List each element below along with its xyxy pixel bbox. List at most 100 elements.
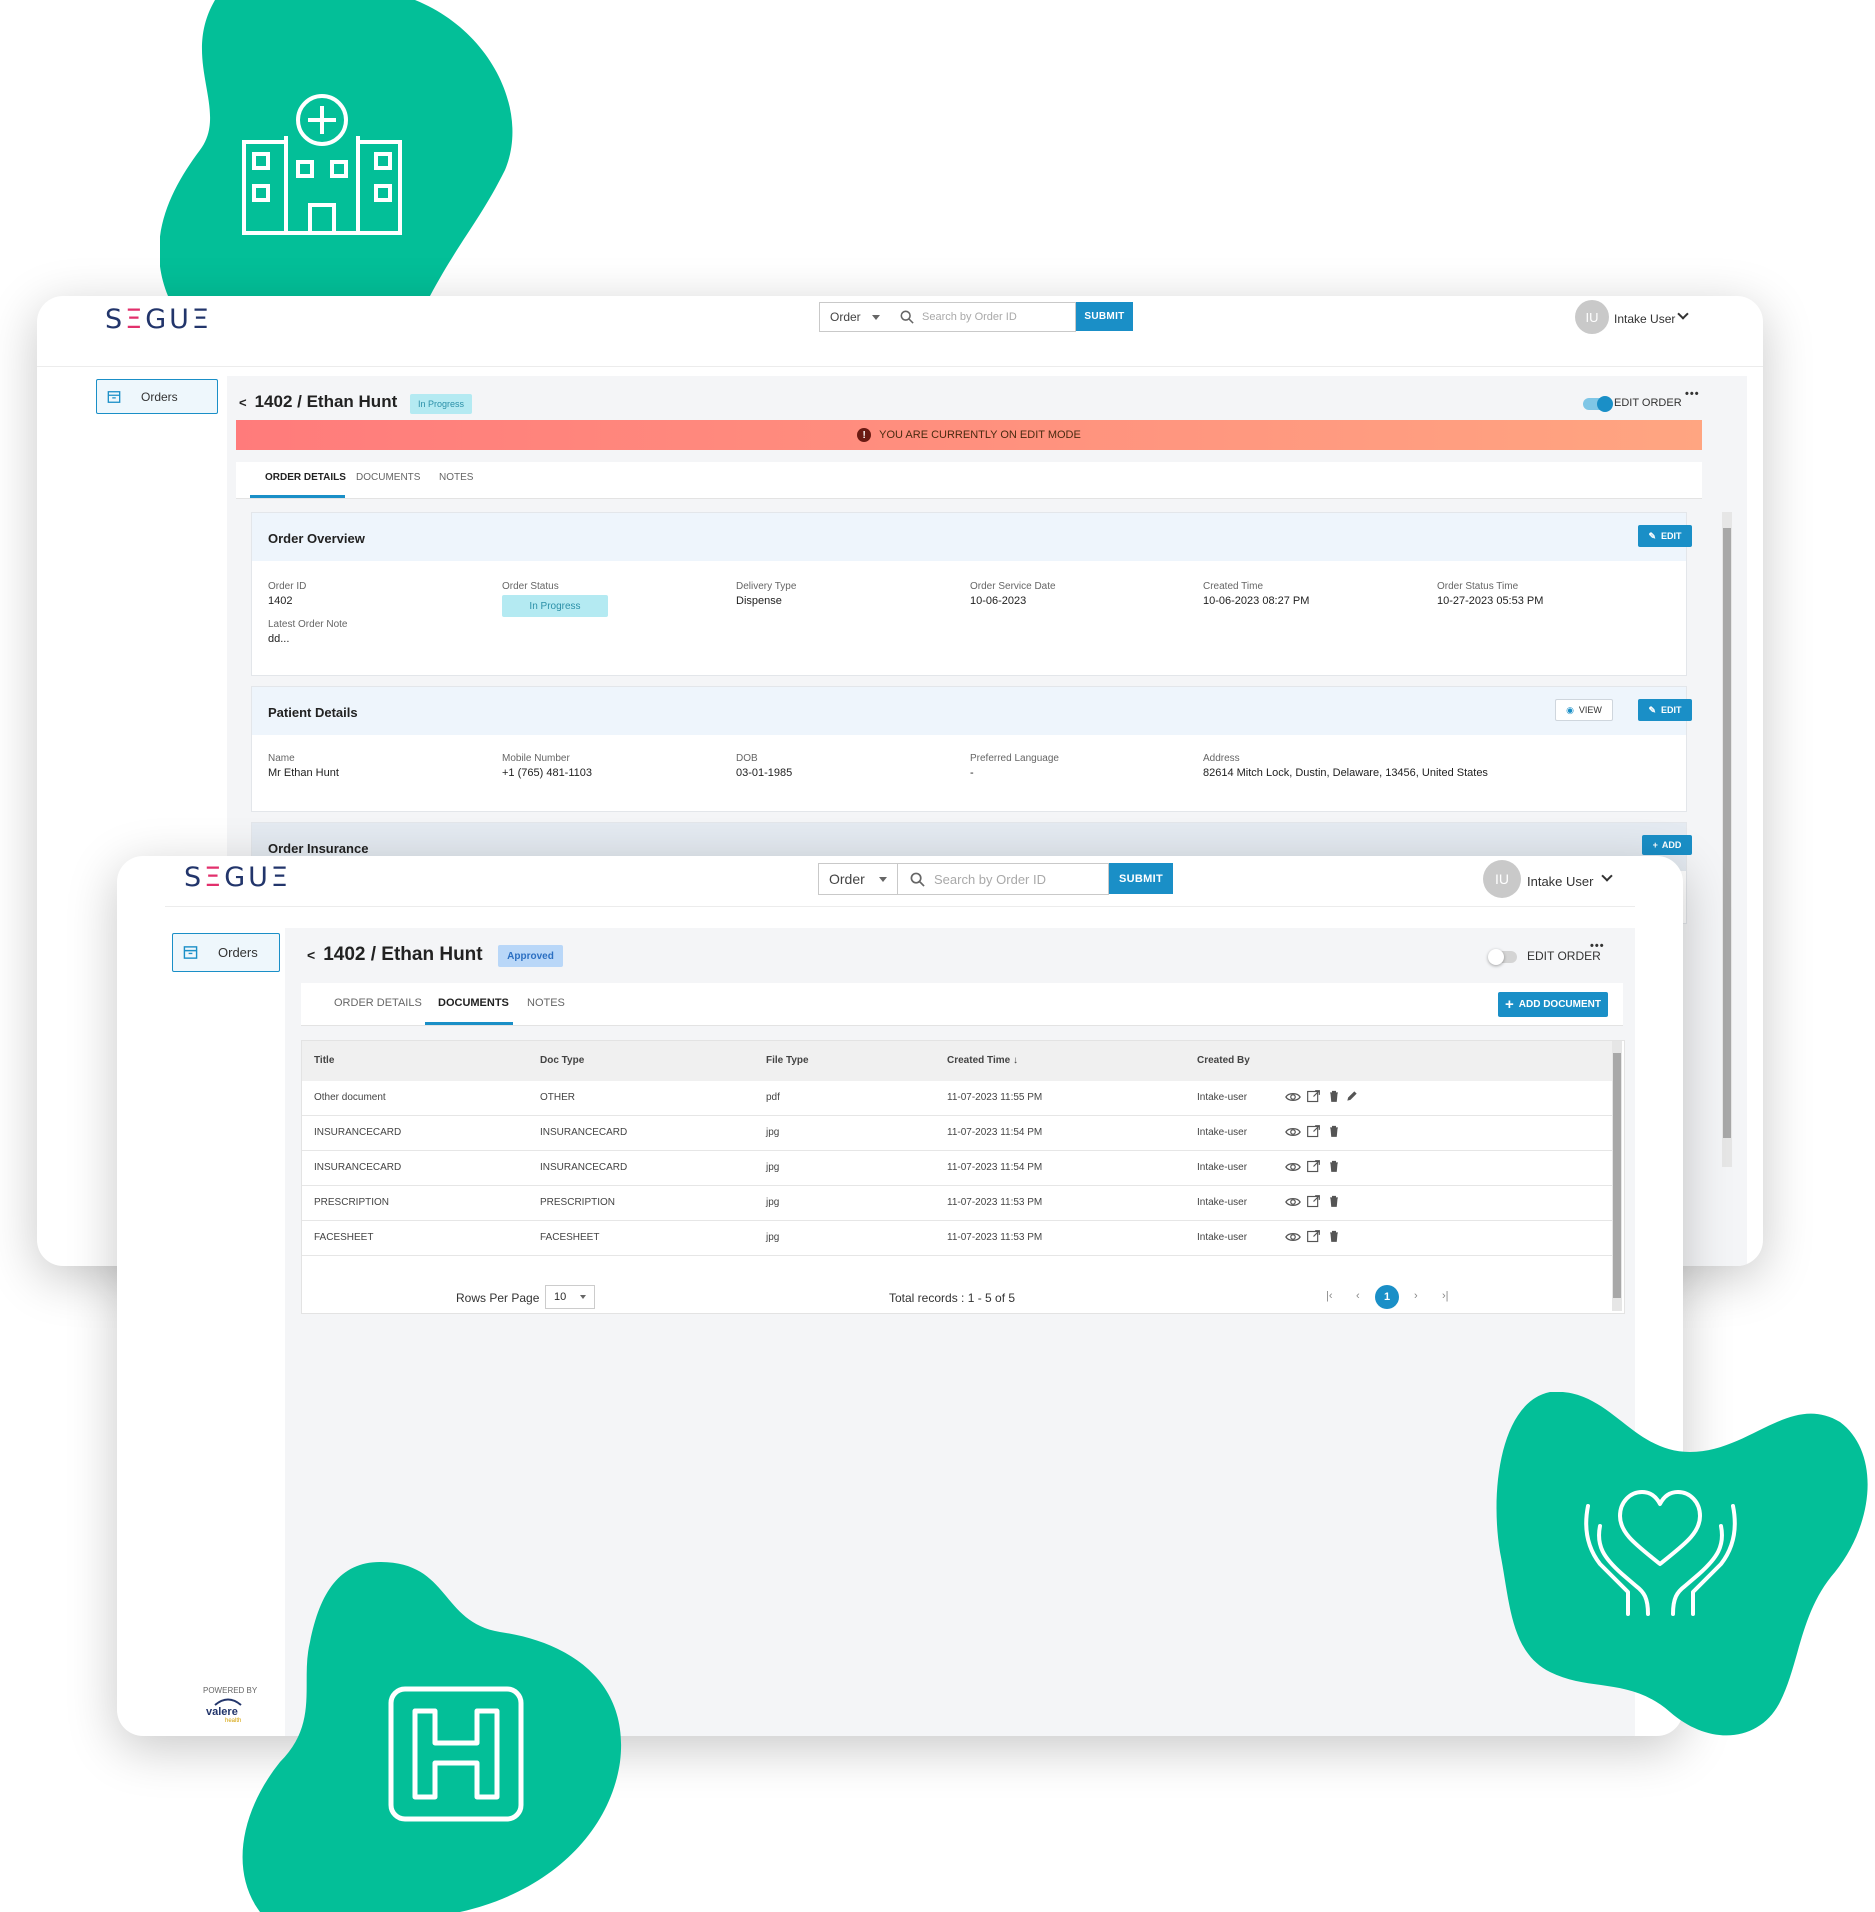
open-external-icon[interactable] bbox=[1306, 1194, 1324, 1212]
field-label: Order ID bbox=[268, 581, 307, 592]
tab-documents[interactable]: DOCUMENTS bbox=[438, 997, 509, 1009]
sidebar-item-orders[interactable]: Orders bbox=[172, 933, 280, 972]
plus-icon: + bbox=[1652, 840, 1658, 850]
field-value: 10-27-2023 05:53 PM bbox=[1437, 595, 1544, 607]
sidebar-item-orders[interactable]: Orders bbox=[96, 379, 218, 414]
field-label: Preferred Language bbox=[970, 753, 1059, 764]
tab-order-details[interactable]: ORDER DETAILS bbox=[265, 472, 346, 483]
field-value: 03-01-1985 bbox=[736, 767, 793, 779]
table-row: INSURANCECARD INSURANCECARD jpg 11-07-2023 … bbox=[302, 1151, 1612, 1186]
rows-per-page-select[interactable]: 10 bbox=[545, 1285, 595, 1309]
search-icon bbox=[910, 872, 925, 887]
first-page-icon[interactable]: |‹ bbox=[1326, 1290, 1333, 1302]
plus-icon: + bbox=[1505, 996, 1514, 1013]
search-input[interactable]: Search by Order ID bbox=[898, 863, 1109, 895]
tab-documents[interactable]: DOCUMENTS bbox=[356, 472, 420, 483]
prev-page-icon[interactable]: ‹ bbox=[1356, 1290, 1360, 1302]
sidebar-item-label: Orders bbox=[218, 945, 258, 960]
table-cell-file-type: jpg bbox=[766, 1232, 780, 1243]
back-chevron-icon[interactable]: < bbox=[307, 947, 315, 963]
next-page-icon[interactable]: › bbox=[1414, 1290, 1418, 1302]
field-label: Mobile Number bbox=[502, 753, 570, 764]
edit-order-toggle[interactable] bbox=[1583, 396, 1613, 412]
page-title: <1402 / Ethan Hunt bbox=[239, 392, 397, 412]
scrollbar[interactable] bbox=[1722, 512, 1732, 1167]
table-cell-doc-type: OTHER bbox=[540, 1092, 575, 1103]
submit-button[interactable]: SUBMIT bbox=[1109, 863, 1173, 894]
sort-arrow-icon: ↓ bbox=[1012, 1055, 1018, 1066]
open-external-icon[interactable] bbox=[1306, 1089, 1324, 1107]
trash-icon[interactable] bbox=[1327, 1089, 1345, 1107]
table-header: Title Doc Type File Type Created Time ↓ … bbox=[302, 1041, 1612, 1081]
table-cell-doc-type: PRESCRIPTION bbox=[540, 1197, 616, 1208]
page-1-button[interactable]: 1 bbox=[1375, 1285, 1399, 1309]
pencil-icon: ✎ bbox=[1648, 530, 1657, 541]
add-document-button[interactable]: + ADD DOCUMENT bbox=[1498, 992, 1608, 1017]
open-external-icon-svg bbox=[1307, 1230, 1320, 1243]
column-header-created-time[interactable]: Created Time ↓ bbox=[947, 1055, 1018, 1066]
trash-icon[interactable] bbox=[1327, 1159, 1345, 1177]
open-external-icon[interactable] bbox=[1306, 1124, 1324, 1142]
search-input[interactable]: Search by Order ID bbox=[890, 302, 1076, 332]
trash-icon-svg bbox=[1330, 1090, 1338, 1102]
submit-button[interactable]: SUBMIT bbox=[1076, 302, 1133, 331]
table-cell-created-by: Intake-user bbox=[1197, 1197, 1248, 1208]
last-page-icon[interactable]: ›| bbox=[1442, 1290, 1449, 1302]
avatar[interactable]: IU bbox=[1575, 300, 1609, 334]
view-icon[interactable] bbox=[1285, 1229, 1303, 1247]
toggle-knob bbox=[1597, 396, 1613, 412]
trash-icon[interactable] bbox=[1327, 1194, 1345, 1212]
trash-icon[interactable] bbox=[1327, 1229, 1345, 1247]
chevron-down-icon[interactable] bbox=[1601, 870, 1613, 882]
view-icon[interactable] bbox=[1285, 1089, 1303, 1107]
edit-button[interactable]: ✎ EDIT bbox=[1638, 525, 1692, 547]
scrollbar-thumb[interactable] bbox=[1723, 528, 1731, 1138]
field-value: - bbox=[970, 767, 974, 779]
table-cell-title: INSURANCECARD bbox=[314, 1162, 402, 1173]
add-document-label: ADD DOCUMENT bbox=[1518, 999, 1601, 1010]
field-value: 10-06-2023 08:27 PM bbox=[1203, 595, 1310, 607]
tab-order-details[interactable]: ORDER DETAILS bbox=[334, 997, 422, 1009]
user-name[interactable]: Intake User bbox=[1614, 312, 1675, 326]
table-row: INSURANCECARD INSURANCECARD jpg 11-07-2023 … bbox=[302, 1116, 1612, 1151]
view-icon[interactable] bbox=[1285, 1159, 1303, 1177]
field-value: +1 (765) 481-1103 bbox=[502, 767, 593, 779]
view-icon[interactable] bbox=[1285, 1124, 1303, 1142]
edit-order-toggle[interactable] bbox=[1488, 949, 1517, 965]
more-icon[interactable]: ••• bbox=[1685, 388, 1700, 400]
table-cell-created-time: 11-07-2023 11:54 PM bbox=[947, 1162, 1043, 1173]
archive-icon bbox=[107, 390, 121, 403]
chevron-down-icon[interactable] bbox=[1677, 308, 1689, 320]
column-header-title[interactable]: Title bbox=[314, 1055, 334, 1066]
tab-notes[interactable]: NOTES bbox=[527, 997, 565, 1009]
edit-label: EDIT bbox=[1661, 705, 1682, 715]
open-external-icon[interactable] bbox=[1306, 1229, 1324, 1247]
add-button[interactable]: + ADD bbox=[1642, 835, 1692, 855]
table-cell-file-type: jpg bbox=[766, 1197, 780, 1208]
field-value: Dispense bbox=[736, 595, 782, 607]
search-type-select[interactable]: Order bbox=[818, 863, 898, 895]
table-scrollbar[interactable] bbox=[1612, 1041, 1622, 1311]
open-external-icon[interactable] bbox=[1306, 1159, 1324, 1177]
avatar[interactable]: IU bbox=[1483, 860, 1521, 898]
user-name[interactable]: Intake User bbox=[1527, 874, 1593, 889]
view-icon[interactable] bbox=[1285, 1194, 1303, 1212]
status-badge: In Progress bbox=[410, 394, 472, 414]
view-button[interactable]: ◉ VIEW bbox=[1555, 699, 1613, 721]
vendor-arc-icon bbox=[214, 1698, 242, 1706]
search-type-select[interactable]: Order bbox=[819, 302, 891, 332]
table-cell-created-time: 11-07-2023 11:53 PM bbox=[947, 1232, 1043, 1243]
tab-notes[interactable]: NOTES bbox=[439, 472, 473, 483]
more-icon[interactable]: ••• bbox=[1590, 940, 1605, 952]
column-header-doc-type[interactable]: Doc Type bbox=[540, 1055, 584, 1066]
column-header-file-type[interactable]: File Type bbox=[766, 1055, 809, 1066]
view-icon-svg bbox=[1285, 1128, 1301, 1136]
card-header bbox=[252, 513, 1686, 561]
page-title-text: 1402 / Ethan Hunt bbox=[323, 944, 483, 965]
pencil-icon[interactable] bbox=[1345, 1089, 1363, 1107]
edit-button[interactable]: ✎ EDIT bbox=[1638, 699, 1692, 721]
trash-icon[interactable] bbox=[1327, 1124, 1345, 1142]
back-chevron-icon[interactable]: < bbox=[239, 395, 247, 410]
column-header-created-by[interactable]: Created By bbox=[1197, 1055, 1250, 1066]
scrollbar-thumb[interactable] bbox=[1613, 1053, 1621, 1298]
